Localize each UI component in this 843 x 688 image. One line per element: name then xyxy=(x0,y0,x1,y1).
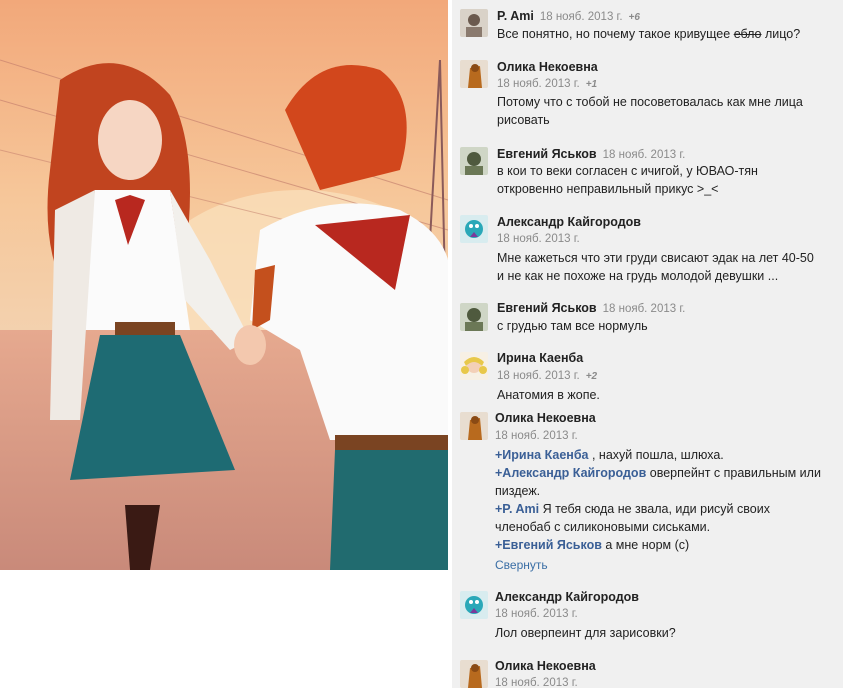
comment-text: +Ирина Каенба , нахуй пошла, шлюха. +Але… xyxy=(495,446,835,554)
avatar-olika-icon[interactable] xyxy=(460,412,488,440)
comment-date[interactable]: 18 нояб. 2013 г. xyxy=(497,370,580,382)
comment-text: Мне кажеться что эти груди свисают эдак … xyxy=(497,249,837,285)
avatar-alexander-icon[interactable] xyxy=(460,215,488,243)
avatar-p-ami-icon[interactable] xyxy=(460,9,488,37)
text-line: а мне норм (с) xyxy=(601,538,690,552)
comment-text: Анатомия в жопе. xyxy=(497,388,600,402)
comment-text: с грудью там все нормуль xyxy=(497,319,648,333)
comment-date[interactable]: 18 нояб. 2013 г. xyxy=(495,430,578,442)
text-line: Потому что с тобой не посоветовалась как… xyxy=(497,95,803,109)
strikethrough-text: ебло xyxy=(733,27,762,41)
comment-text: Лол оверпеинт для зарисовки? xyxy=(495,626,676,640)
comment-date[interactable]: 18 нояб. 2013 г. xyxy=(603,303,686,315)
plus-count[interactable]: +2 xyxy=(586,371,597,382)
avatar-alexander-icon[interactable] xyxy=(460,591,488,619)
plus-count[interactable]: +1 xyxy=(586,79,597,90)
comment-text: в кои то веки согласен с ичигой, у ЮВАО-… xyxy=(497,162,837,198)
avatar-olika-icon[interactable] xyxy=(460,60,488,88)
comment-date[interactable]: 18 нояб. 2013 г. xyxy=(495,608,578,620)
text-line: пиздеж. xyxy=(495,484,541,498)
comment-text: Все понятно, но почему такое кривущее еб… xyxy=(497,25,837,43)
comment-date[interactable]: 18 нояб. 2013 г. xyxy=(497,233,580,245)
comment-author[interactable]: P. Ami xyxy=(497,9,534,23)
comments-panel: P. Ami 18 нояб. 2013 г. +6 Все понятно, но… xyxy=(452,0,843,688)
text-line: Я тебя сюда не звала, иди рисуй своих xyxy=(539,502,770,516)
comment-text: Потому что с тобой не посоветовалась как… xyxy=(497,93,837,129)
comment-author[interactable]: Евгений Яськов xyxy=(497,147,597,161)
mention-link[interactable]: +Александр Кайгородов xyxy=(495,466,646,480)
mention-link[interactable]: +Евгений Яськов xyxy=(495,538,602,552)
avatar-olika-icon[interactable] xyxy=(460,660,488,688)
comment-author[interactable]: Евгений Яськов xyxy=(497,301,597,315)
comment-text-part: лицо? xyxy=(761,27,801,41)
comment-date[interactable]: 18 нояб. 2013 г. xyxy=(540,11,623,23)
avatar-evgeny-icon[interactable] xyxy=(460,303,488,331)
comment-date[interactable]: 18 нояб. 2013 г. xyxy=(603,149,686,161)
comment-date[interactable]: 18 нояб. 2013 г. xyxy=(497,78,580,90)
mention-link[interactable]: +Ирина Каенба xyxy=(495,448,589,462)
text-line: , нахуй пошла, шлюха. xyxy=(588,448,724,462)
text-line: в кои то веки согласен с ичигой, у ЮВАО-… xyxy=(497,164,758,178)
comment-author[interactable]: Александр Кайгородов xyxy=(497,215,641,229)
text-line: оверпейнт с правильным или xyxy=(646,466,821,480)
text-line: рисовать xyxy=(497,113,550,127)
comment-author[interactable]: Ирина Каенба xyxy=(497,351,583,365)
text-line: членобаб с силиконовыми сиськами. xyxy=(495,520,711,534)
collapse-link[interactable]: Свернуть xyxy=(495,558,548,572)
text-line: и не как не похоже на грудь молодой деву… xyxy=(497,269,779,283)
comment-date[interactable]: 18 нояб. 2013 г. xyxy=(495,677,578,688)
comment-author[interactable]: Олика Некоевна xyxy=(495,659,596,673)
comment-author[interactable]: Олика Некоевна xyxy=(497,60,598,74)
text-line: Мне кажеться что эти груди свисают эдак … xyxy=(497,251,814,265)
comment-author[interactable]: Олика Некоевна xyxy=(495,411,596,425)
avatar-evgeny-icon[interactable] xyxy=(460,147,488,175)
text-line: откровенно неправильный прикус >_< xyxy=(497,182,719,196)
comment-author[interactable]: Александр Кайгородов xyxy=(495,590,639,604)
avatar-irina-icon[interactable] xyxy=(460,352,488,380)
comment-text-part: Все понятно, но почему такое кривущее xyxy=(497,27,734,41)
mention-link[interactable]: +P. Ami xyxy=(495,502,539,516)
plus-count[interactable]: +6 xyxy=(629,12,640,23)
artwork-image xyxy=(0,0,448,570)
